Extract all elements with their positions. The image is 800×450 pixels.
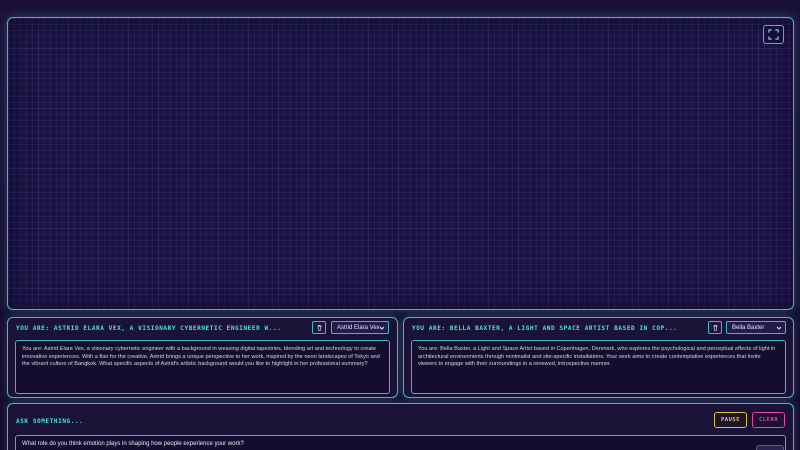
trash-icon bbox=[712, 325, 718, 331]
persona-panel-left: You are: Astrid Elara Vex, a visionary c… bbox=[7, 317, 398, 398]
delete-persona-button[interactable] bbox=[708, 321, 722, 334]
persona-select[interactable]: Bella Baxter bbox=[726, 321, 786, 334]
fullscreen-button[interactable] bbox=[763, 25, 784, 44]
fullscreen-icon bbox=[768, 29, 779, 40]
ask-panel: Ask something... PAUSE CLEAR What role d… bbox=[7, 403, 794, 450]
persona-title: You are: Astrid Elara Vex, a visionary c… bbox=[16, 325, 282, 332]
trash-icon bbox=[316, 325, 322, 331]
persona-select[interactable]: Astrid Elara Vex bbox=[331, 321, 389, 334]
persona-title: You are: Bella Baxter, a Light and Space… bbox=[412, 325, 678, 332]
persona-select-value: Bella Baxter bbox=[732, 324, 765, 331]
send-button[interactable] bbox=[756, 445, 784, 450]
app-root: You are: Astrid Elara Vex, a visionary c… bbox=[0, 0, 800, 450]
ask-input[interactable]: What role do you think emotion plays in … bbox=[15, 435, 786, 450]
chevron-down-icon bbox=[776, 326, 782, 330]
ask-title: Ask something... bbox=[16, 418, 84, 425]
persona-description[interactable]: You are: Bella Baxter, a Light and Space… bbox=[411, 340, 786, 394]
pause-button[interactable]: PAUSE bbox=[714, 412, 747, 428]
persona-description[interactable]: You are: Astrid Elara Vex, a visionary c… bbox=[15, 340, 390, 394]
clear-button[interactable]: CLEAR bbox=[752, 412, 785, 428]
chevron-down-icon bbox=[379, 326, 385, 330]
persona-panel-right: You are: Bella Baxter, a Light and Space… bbox=[403, 317, 794, 398]
visualization-canvas[interactable] bbox=[7, 17, 794, 310]
persona-select-value: Astrid Elara Vex bbox=[337, 324, 380, 331]
delete-persona-button[interactable] bbox=[312, 321, 326, 334]
